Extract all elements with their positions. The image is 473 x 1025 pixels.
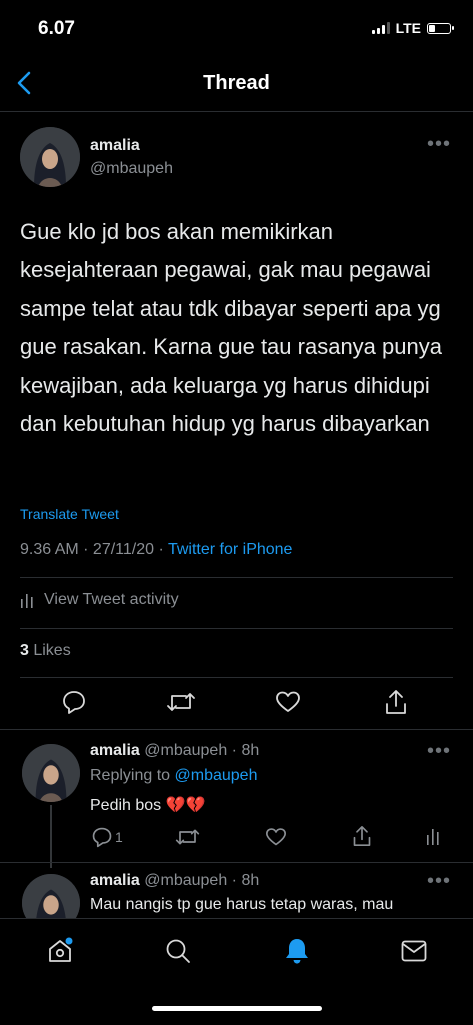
thread-connector-line — [50, 805, 52, 868]
more-options-button[interactable]: ••• — [427, 133, 451, 156]
divider — [20, 677, 453, 678]
tweet-meta: 9.36 AM · 27/11/20 · Twitter for iPhone — [20, 541, 292, 559]
reply-button[interactable] — [61, 689, 87, 720]
avatar[interactable] — [20, 127, 80, 187]
author-name[interactable]: amalia — [90, 137, 140, 155]
analytics-icon — [427, 829, 439, 845]
like-button[interactable] — [265, 827, 287, 852]
likes-count-link[interactable]: 3 Likes — [20, 642, 71, 660]
reply-header: amalia @mbaupeh · 8h — [90, 872, 259, 890]
tab-notifications[interactable] — [283, 936, 311, 971]
retweet-button[interactable] — [175, 826, 200, 853]
tab-search[interactable] — [164, 937, 192, 970]
reply-icon — [92, 827, 112, 848]
retweet-button[interactable] — [166, 689, 196, 720]
battery-icon — [427, 22, 454, 34]
cellular-signal-icon — [371, 22, 390, 34]
tweet-source-link[interactable]: Twitter for iPhone — [168, 541, 293, 558]
avatar[interactable] — [22, 744, 80, 802]
author-handle[interactable]: @mbaupeh — [90, 160, 173, 178]
more-options-button[interactable]: ••• — [427, 740, 451, 763]
divider — [0, 862, 473, 863]
page-title: Thread — [203, 72, 270, 94]
tweet-timestamp: 9.36 AM · 27/11/20 · — [20, 541, 168, 558]
home-indicator[interactable] — [152, 1006, 322, 1011]
status-indicators: LTE — [371, 20, 454, 36]
reply-count: 1 — [115, 829, 123, 845]
share-button[interactable] — [352, 824, 372, 853]
search-icon — [166, 939, 190, 963]
tweet-text: Gue klo jd bos akan memikirkan kesejahte… — [20, 219, 442, 437]
reply-icon — [63, 691, 85, 714]
reply-meta: @mbaupeh · 8h — [139, 742, 260, 759]
home-icon — [49, 937, 73, 962]
divider — [0, 729, 473, 730]
heart-icon — [276, 691, 300, 712]
divider — [20, 628, 453, 629]
reply-meta: @mbaupeh · 8h — [139, 872, 260, 889]
share-icon — [386, 690, 406, 714]
tab-messages[interactable] — [400, 938, 428, 969]
analytics-icon — [21, 594, 33, 608]
view-tweet-activity-button[interactable]: View Tweet activity — [20, 591, 179, 609]
like-button[interactable] — [275, 690, 301, 719]
header-divider — [0, 111, 473, 112]
reply-text: Mau nangis tp gue harus tetap waras, mau — [90, 896, 394, 913]
reply-author-name[interactable]: amalia — [90, 872, 140, 889]
replying-to-label: Replying to — [90, 767, 175, 784]
retweet-icon — [175, 829, 200, 845]
profile-photo-icon — [20, 127, 80, 187]
replying-to-handle[interactable]: @mbaupeh — [175, 767, 258, 784]
likes-label: Likes — [28, 642, 71, 659]
status-time: 6.07 — [38, 18, 75, 39]
share-button[interactable] — [384, 688, 408, 721]
reply-button[interactable]: 1 — [91, 826, 123, 848]
tweet-analytics-button[interactable] — [426, 826, 440, 851]
tab-home[interactable] — [46, 937, 74, 970]
view-tweet-activity-label: View Tweet activity — [44, 591, 179, 608]
likes-count: 3 — [20, 642, 29, 659]
network-type: LTE — [395, 20, 421, 36]
translate-tweet-link[interactable]: Translate Tweet — [20, 506, 119, 522]
reply-author-name[interactable]: amalia — [90, 742, 140, 759]
reply-text: Pedih bos 💔💔 — [90, 797, 206, 814]
reply-header: amalia @mbaupeh · 8h — [90, 742, 259, 760]
retweet-icon — [167, 693, 195, 711]
more-options-button[interactable]: ••• — [427, 870, 451, 893]
heart-icon — [266, 828, 286, 846]
share-icon — [353, 826, 371, 847]
messages-icon — [401, 940, 427, 962]
divider — [20, 577, 453, 578]
profile-photo-icon — [22, 744, 80, 802]
notifications-icon — [286, 939, 308, 964]
replying-to: Replying to @mbaupeh — [90, 767, 257, 785]
